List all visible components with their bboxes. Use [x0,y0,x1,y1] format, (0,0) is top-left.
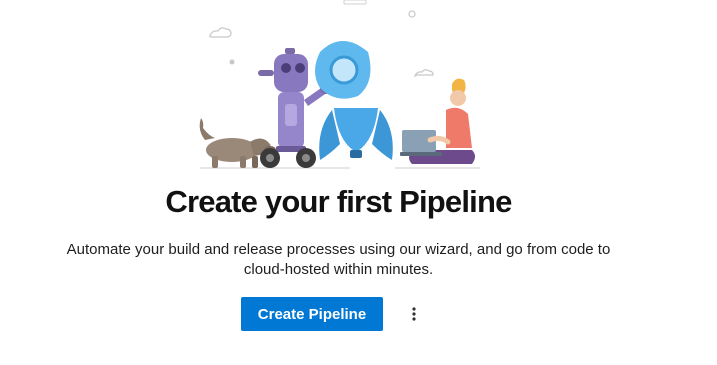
developer-icon [400,78,475,164]
more-options-button[interactable] [402,302,426,326]
page-description: Automate your build and release processe… [66,241,611,278]
rocket-icon [315,41,393,160]
pipelines-empty-state: Create your first Pipeline Automate your… [0,0,717,365]
pipelines-illustration [199,0,480,169]
create-pipeline-button[interactable]: Create Pipeline [241,297,383,331]
page-title: Create your first Pipeline [165,184,512,219]
more-vertical-icon [412,307,416,321]
